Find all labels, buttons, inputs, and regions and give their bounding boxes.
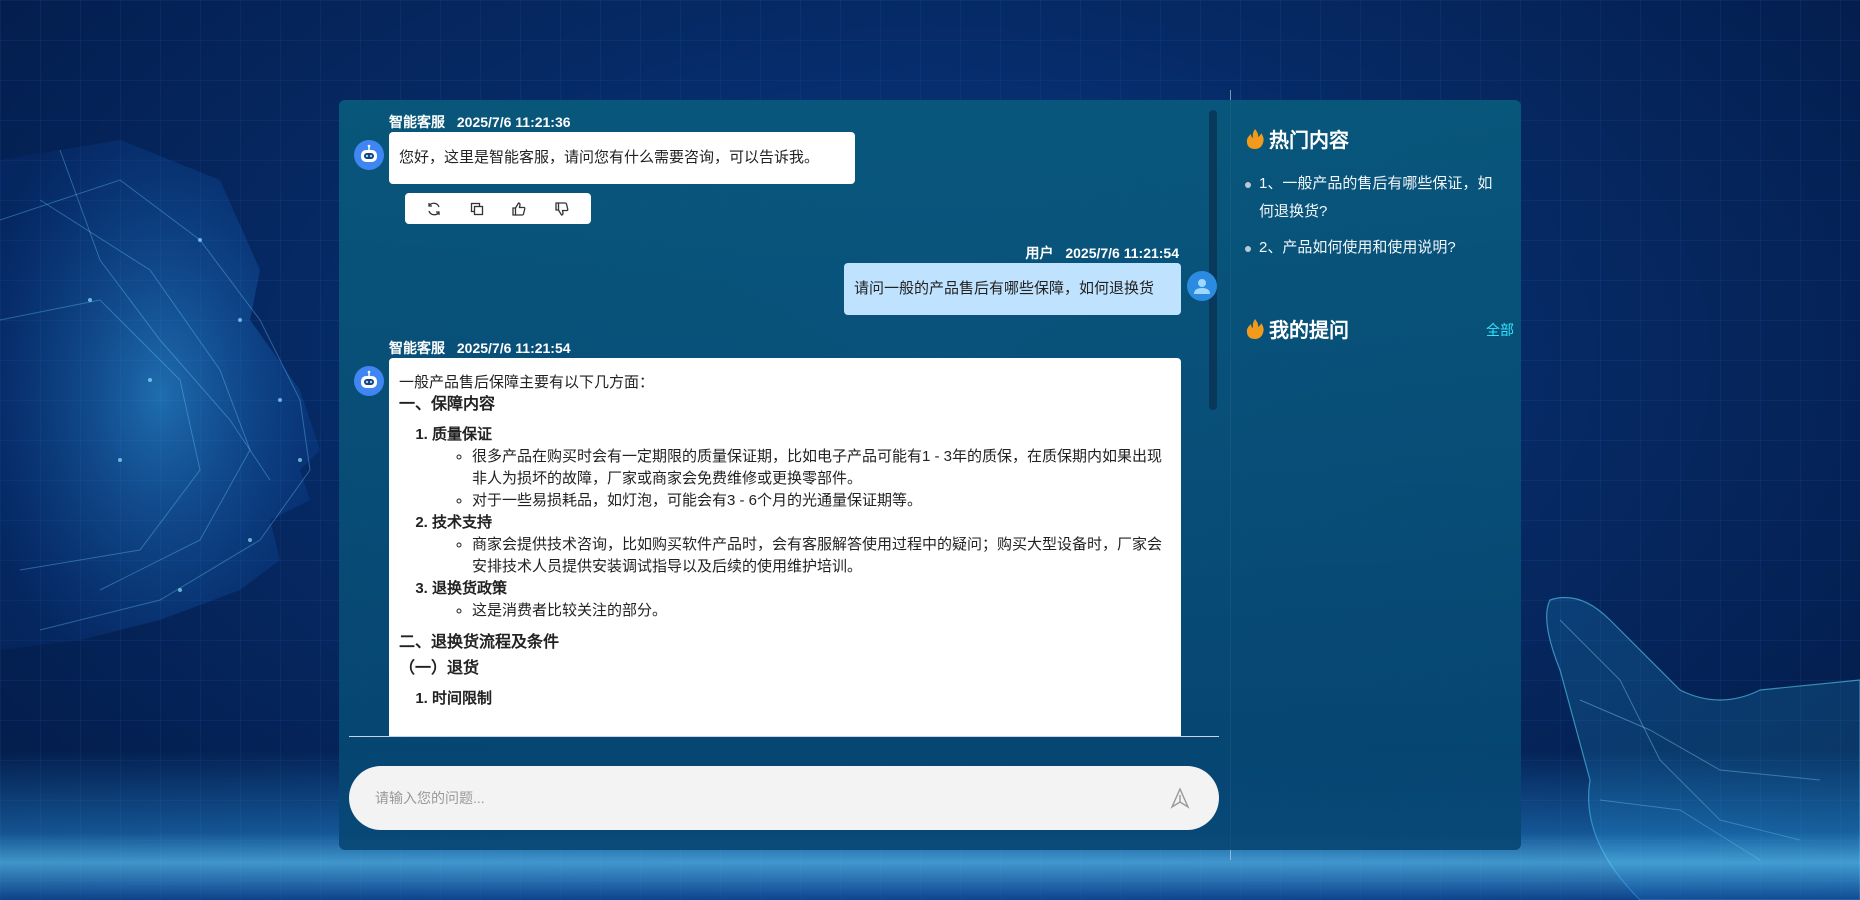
message-time: 2025/7/6 11:21:54 (456, 340, 571, 356)
input-divider (349, 736, 1219, 737)
send-icon (1170, 787, 1190, 809)
robot-icon (361, 370, 377, 388)
copy-button[interactable] (465, 197, 489, 221)
list-item-title: 时间限制 (432, 690, 493, 707)
question-input[interactable] (375, 790, 1167, 806)
bot-message-bubble: 您好，这里是智能客服，请问您有什么需要咨询，可以告诉我。 (389, 132, 855, 184)
answer-section-heading: 一、保障内容 (399, 396, 496, 413)
question-input-bar (349, 766, 1219, 830)
fire-icon (1246, 128, 1264, 149)
answer-list: 时间限制 (432, 688, 1171, 710)
sender-name: 智能客服 (389, 114, 445, 130)
list-subitem: 商家会提供技术咨询，比如购买软件产品时，会有客服解答使用过程中的疑问；购买大型设… (472, 534, 1171, 578)
sender-name: 用户 (1025, 245, 1054, 261)
answer-list: 质量保证 很多产品在购买时会有一定期限的质量保证期，比如电子产品可能有1 - 3… (432, 424, 1171, 622)
view-all-link[interactable]: 全部 (1486, 320, 1514, 340)
robot-icon (361, 144, 377, 162)
sidebar: 热门内容 1、一般产品的售后有哪些保证，如何退换货? 2、产品如何使用和使用说明… (1245, 100, 1515, 850)
thumbs-up-icon (512, 201, 526, 216)
copy-icon (470, 202, 483, 215)
answer-subsection-heading: （一）退货 (399, 660, 480, 677)
bot-avatar (354, 140, 384, 170)
list-item: 时间限制 (432, 688, 1171, 710)
hot-content-title: 热门内容 (1245, 124, 1349, 153)
chat-scrollbar[interactable] (1209, 110, 1217, 410)
send-button[interactable] (1167, 785, 1193, 811)
refresh-icon (428, 202, 440, 215)
chat-messages-area[interactable]: 智能客服 2025/7/6 11:21:36 您好，这里是智能客服，请问您有什么… (339, 100, 1219, 736)
list-item-title: 质量保证 (432, 426, 493, 443)
hot-item[interactable]: 2、产品如何使用和使用说明? (1245, 234, 1495, 262)
message-time: 2025/7/6 11:21:36 (456, 114, 571, 130)
message-text: 请问一般的产品售后有哪些保障，如何退换货 (854, 280, 1155, 297)
user-avatar (1187, 271, 1217, 301)
hot-content-list: 1、一般产品的售后有哪些保证，如何退换货? 2、产品如何使用和使用说明? (1245, 170, 1495, 270)
sender-name: 智能客服 (389, 340, 445, 356)
list-item: 退换货政策 这是消费者比较关注的部分。 (432, 578, 1171, 622)
fire-icon (1246, 318, 1264, 339)
hot-item[interactable]: 1、一般产品的售后有哪些保证，如何退换货? (1245, 170, 1495, 226)
answer-section-heading: 二、退换货流程及条件 (399, 634, 560, 651)
list-subitem: 这是消费者比较关注的部分。 (472, 600, 1171, 622)
list-item-title: 退换货政策 (432, 580, 508, 597)
chat-panel: 智能客服 2025/7/6 11:21:36 您好，这里是智能客服，请问您有什么… (339, 100, 1521, 850)
user-message-bubble: 请问一般的产品售后有哪些保障，如何退换货 (844, 263, 1181, 315)
my-questions-title: 我的提问 (1245, 314, 1349, 343)
bot-answer-bubble: 一般产品售后保障主要有以下几方面： 一、保障内容 质量保证 很多产品在购买时会有… (389, 358, 1181, 736)
regenerate-button[interactable] (422, 197, 446, 221)
list-item: 技术支持 商家会提供技术咨询，比如购买软件产品时，会有客服解答使用过程中的疑问；… (432, 512, 1171, 578)
message-header: 智能客服 2025/7/6 11:21:54 (389, 338, 571, 358)
message-time: 2025/7/6 11:21:54 (1065, 245, 1179, 261)
message-header: 用户 2025/7/6 11:21:54 (1019, 243, 1179, 263)
ai-face-background-graphic (0, 140, 320, 650)
answer-intro: 一般产品售后保障主要有以下几方面： (399, 374, 655, 391)
list-item-title: 技术支持 (432, 514, 493, 531)
hot-title-text: 热门内容 (1269, 130, 1349, 152)
like-button[interactable] (507, 197, 531, 221)
message-actions-toolbar (405, 193, 591, 224)
my-questions-title-text: 我的提问 (1269, 320, 1349, 342)
list-subitem: 很多产品在购买时会有一定期限的质量保证期，比如电子产品可能有1 - 3年的质保，… (472, 446, 1171, 490)
list-subitem: 对于一些易损耗品，如灯泡，可能会有3 - 6个月的光通量保证期等。 (472, 490, 1171, 512)
list-item: 质量保证 很多产品在购买时会有一定期限的质量保证期，比如电子产品可能有1 - 3… (432, 424, 1171, 512)
bot-avatar (354, 366, 384, 396)
dislike-button[interactable] (550, 197, 574, 221)
thumbs-down-icon (555, 201, 569, 216)
message-text: 您好，这里是智能客服，请问您有什么需要咨询，可以告诉我。 (399, 149, 820, 166)
message-header: 智能客服 2025/7/6 11:21:36 (389, 112, 571, 132)
user-icon (1194, 279, 1210, 294)
